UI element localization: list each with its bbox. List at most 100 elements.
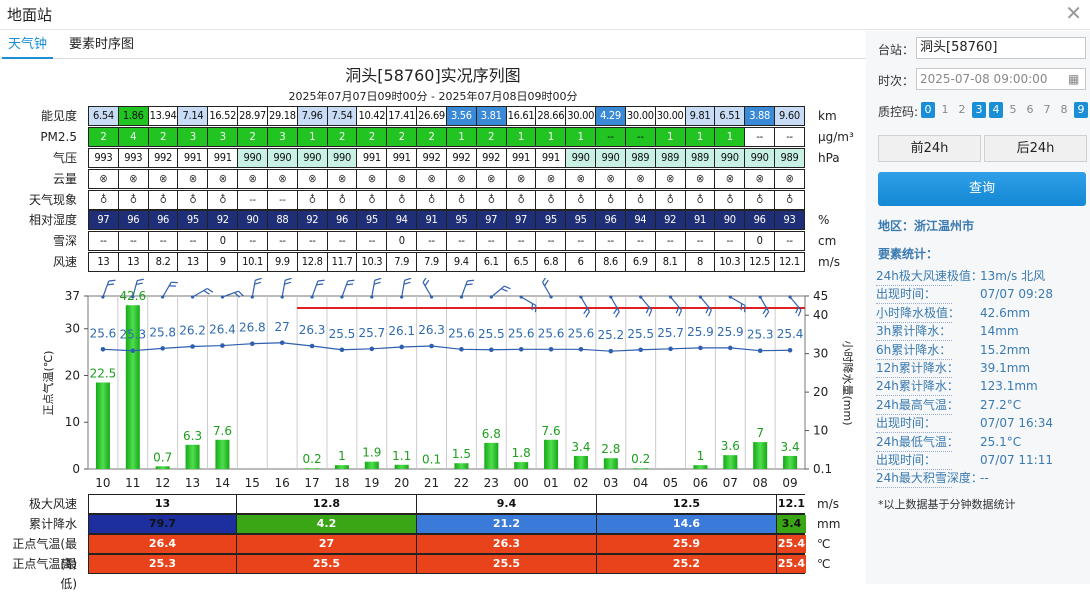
summary-cell: 25.4 <box>777 555 806 573</box>
temperature-point <box>429 344 434 349</box>
table-cell: ⊗ <box>386 170 416 188</box>
qc-code-toggle[interactable]: 3 <box>972 102 986 118</box>
summary-row-label: 极大风速 <box>0 494 77 514</box>
table-cell: 7.96 <box>297 107 327 125</box>
station-input[interactable]: 洞头[58760] <box>916 37 1086 59</box>
rain-value-label: 0.1 <box>422 453 441 467</box>
next-24h-button[interactable]: 后24h <box>984 135 1087 162</box>
stat-key: 24h最低气温： <box>876 433 959 451</box>
qc-code-toggle[interactable]: 5 <box>1006 102 1020 118</box>
x-tick-label: 06 <box>693 476 708 490</box>
table-cell: ♁ <box>535 191 565 209</box>
qc-code-toggle[interactable]: 9 <box>1074 102 1088 118</box>
table-cell: 30.00 <box>655 107 685 125</box>
rain-value-label: 7 <box>756 426 764 440</box>
table-cell: 11.7 <box>327 253 357 271</box>
calendar-icon[interactable]: ▦ <box>1068 72 1079 86</box>
temperature-value-label: 25.7 <box>657 326 684 340</box>
table-cell: 96 <box>118 211 148 229</box>
table-cell: 7.14 <box>177 107 207 125</box>
wind-barb-icon <box>310 278 325 301</box>
row-label: 气压 <box>0 148 77 168</box>
x-tick-label: 23 <box>484 476 499 490</box>
table-cell: 30.00 <box>625 107 655 125</box>
stat-value: 15.2mm <box>980 341 1030 359</box>
stat-row: 24h累计降水：123.1mm <box>876 377 1086 395</box>
temperature-value-label: 26.1 <box>388 324 415 338</box>
query-button[interactable]: 查询 <box>878 172 1086 206</box>
close-icon[interactable]: ✕ <box>1065 3 1082 23</box>
table-cell: 2 <box>327 128 357 146</box>
qc-code-toggle[interactable]: 2 <box>955 102 969 118</box>
table-cell: 13 <box>118 253 148 271</box>
summary-cell: 79.7 <box>89 515 237 533</box>
time-input[interactable]: 2025-07-08 09:00:00 <box>916 68 1086 90</box>
temperature-value-label: 25.6 <box>90 326 117 340</box>
summary-cell: 26.3 <box>417 535 597 553</box>
x-tick-label: 02 <box>573 476 588 490</box>
table-cell: ⊗ <box>595 170 625 188</box>
table-cell: ♁ <box>327 191 357 209</box>
temperature-point <box>698 346 703 351</box>
summary-cell: 12.1 <box>777 495 806 513</box>
x-tick-label: 19 <box>364 476 379 490</box>
wind-barb-icon <box>695 295 715 316</box>
chart-subtitle: 2025年07月07日09时00分 - 2025年07月08日09时00分 <box>0 88 866 104</box>
summary-row-unit: ℃ <box>817 554 830 574</box>
stat-value: 13m/s 北风 <box>980 267 1045 285</box>
stat-key: 出现时间： <box>876 285 936 303</box>
temperature-value-label: 25.5 <box>329 327 356 341</box>
table-cell: 1 <box>506 128 536 146</box>
qc-code-toggle[interactable]: 0 <box>921 102 935 118</box>
stat-value: 42.6mm <box>980 304 1030 322</box>
rain-bar <box>484 443 498 469</box>
temperature-value-label: 25.6 <box>448 326 475 340</box>
summary-cell: 9.4 <box>417 495 597 513</box>
x-tick-label: 03 <box>603 476 618 490</box>
table-cell: ⊗ <box>118 170 148 188</box>
qc-code-toggle[interactable]: 6 <box>1023 102 1037 118</box>
rain-bar <box>723 455 737 469</box>
x-tick-label: 09 <box>782 476 797 490</box>
wind-barb-icon <box>340 278 355 301</box>
rain-value-label: 0.2 <box>303 452 322 466</box>
table-cell: 3 <box>207 128 237 146</box>
wind-barb-icon <box>754 295 771 318</box>
temperature-value-label: 26.8 <box>239 321 266 335</box>
summary-row-unit: m/s <box>817 494 839 514</box>
table-cell: -- <box>774 232 804 250</box>
y-left-tick-label: 10 <box>65 415 80 429</box>
wind-barb-icon <box>575 295 592 318</box>
table-cell: ♁ <box>446 191 476 209</box>
qc-code-toggle[interactable]: 7 <box>1040 102 1054 118</box>
temperature-value-label: 25.6 <box>568 326 595 340</box>
prev-24h-button[interactable]: 前24h <box>878 135 981 162</box>
table-cell: -- <box>267 232 297 250</box>
temperature-point <box>160 346 165 351</box>
time-label: 时次： <box>878 72 914 89</box>
stat-value: 27.2°C <box>980 396 1021 414</box>
table-cell: 12.8 <box>297 253 327 271</box>
tab-weather-clock[interactable]: 天气钟 <box>2 31 53 59</box>
table-cell: -- <box>476 232 506 250</box>
temperature-value-label: 25.3 <box>119 328 146 342</box>
table-cell: ⊗ <box>685 170 715 188</box>
qc-code-toggle[interactable]: 4 <box>989 102 1003 118</box>
y-right-tick-label: 30 <box>813 347 828 361</box>
temperature-value-label: 25.2 <box>597 328 624 342</box>
rain-bar <box>574 456 588 469</box>
summary-cell: 25.5 <box>237 555 417 573</box>
qc-code-toggle[interactable]: 8 <box>1057 102 1071 118</box>
qc-code-toggle[interactable]: 1 <box>938 102 952 118</box>
row-unit: cm <box>818 231 836 251</box>
temperature-point <box>579 347 584 352</box>
summary-row: 25.325.525.525.225.4 <box>88 554 805 574</box>
rain-value-label: 6.3 <box>183 429 202 443</box>
table-cell: 92 <box>207 211 237 229</box>
table-cell: 92 <box>655 211 685 229</box>
y-left-tick-label: 0 <box>72 462 80 476</box>
table-cell: -- <box>446 232 476 250</box>
stat-row: 出现时间：07/07 11:11 <box>876 451 1086 469</box>
tab-element-timeseries[interactable]: 要素时序图 <box>63 31 140 59</box>
table-cell: 93 <box>774 211 804 229</box>
